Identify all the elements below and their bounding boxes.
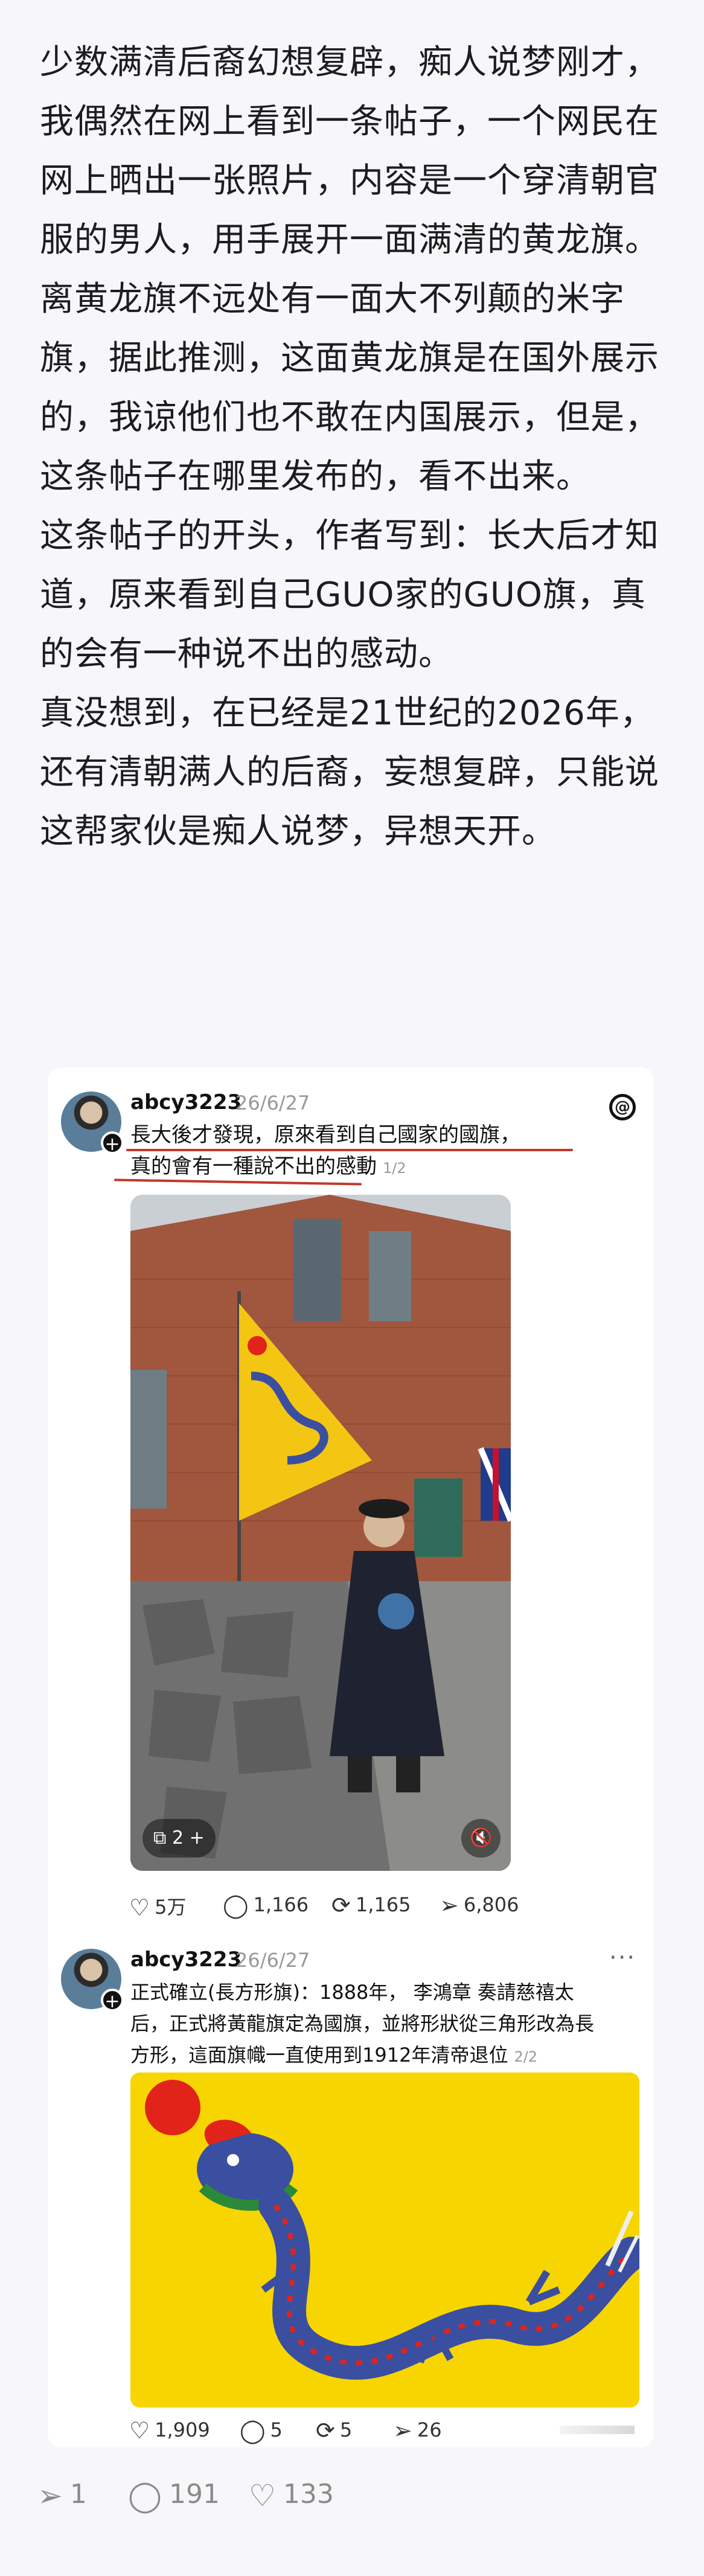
post-text: 長大後才發現，原來看到自己國家的國旗， 真的會有一種說不出的感動 1/2: [130, 1119, 520, 1184]
post-text-line: 后，正式將黃龍旗定為國旗，並將形狀從三角形改為長: [130, 2012, 595, 2035]
heart-icon: ♡: [129, 2417, 150, 2444]
more-options-icon[interactable]: ···: [609, 1944, 636, 1972]
repost-icon: ⟳: [331, 1892, 351, 1919]
like-count: 1,909: [155, 2418, 210, 2441]
share-icon: ➢: [37, 2478, 63, 2513]
post-text-line: 真的會有一種說不出的感動 1/2: [130, 1154, 406, 1178]
article-body: 少数满清后裔幻想复辟，痴人说梦刚才，我偶然在网上看到一条帖子，一个网民在网上晒出…: [40, 33, 668, 861]
post-username[interactable]: abcy3223: [130, 1948, 242, 1972]
share-button[interactable]: ➢ 6,806: [440, 1892, 519, 1919]
dragon-flag-illustration: [130, 2073, 639, 2408]
like-count: 5万: [155, 1896, 187, 1919]
plus-icon: +: [189, 1827, 205, 1849]
follow-plus-icon[interactable]: +: [101, 1989, 124, 2012]
post-page-indicator: 1/2: [383, 1160, 406, 1177]
footer-share-button[interactable]: ➢ 1: [37, 2478, 87, 2513]
like-button[interactable]: ♡ 1,909: [129, 2417, 210, 2444]
like-button[interactable]: ♡ 5万: [129, 1892, 186, 1921]
post-text-line: 正式確立(長方形旗)：1888年， 李鴻章 奏請慈禧太: [130, 1981, 574, 2004]
mute-icon: 🔇: [470, 1827, 493, 1849]
footer-like-button[interactable]: ♡ 133: [249, 2478, 334, 2513]
footer-comment-button[interactable]: ◯ 191: [128, 2478, 220, 2513]
red-annotation-line: [126, 1149, 573, 1151]
avatar[interactable]: +: [61, 1091, 124, 1155]
repost-button[interactable]: ⟳ 1,165: [331, 1892, 411, 1919]
mute-button[interactable]: 🔇: [461, 1819, 501, 1858]
post-text-line: 方形，這面旗幟一直使用到1912年清帝退位 2/2: [130, 2044, 538, 2066]
comment-count: 191: [168, 2479, 220, 2510]
repost-button[interactable]: ⟳ 5: [316, 2417, 352, 2444]
share-count: 26: [417, 2418, 442, 2441]
post-page-indicator: 2/2: [514, 2048, 538, 2065]
comment-count: 5: [270, 2418, 283, 2441]
post-date: 26/6/27: [235, 1091, 310, 1114]
heart-icon: ♡: [249, 2478, 276, 2513]
gallery-icon: ⧉: [153, 1827, 167, 1849]
article-paragraph: 真没想到，在已经是21世纪的2026年，还有清朝满人的后裔，妄想复辟，只能说这帮…: [40, 694, 659, 851]
comment-count: 1,166: [253, 1893, 309, 1916]
post-text-line: 長大後才發現，原來看到自己國家的國旗，: [130, 1123, 520, 1147]
share-button[interactable]: ➢ 26: [393, 2417, 442, 2444]
post-date: 26/6/27: [235, 1949, 310, 1972]
threads-logo-icon[interactable]: @: [609, 1094, 636, 1120]
article-paragraph: 少数满清后裔幻想复辟，痴人说梦刚才，我偶然在网上看到一条帖子，一个网民在网上晒出…: [40, 43, 659, 496]
comment-button[interactable]: ◯ 1,166: [223, 1892, 309, 1919]
share-icon: ➢: [440, 1892, 459, 1919]
embedded-threads-screenshot[interactable]: + abcy3223 26/6/27 @ 長大後才發現，原來看到自己國家的國旗，…: [48, 1067, 654, 2447]
comment-icon: ◯: [128, 2478, 162, 2513]
repost-icon: ⟳: [316, 2417, 335, 2444]
comment-icon: ◯: [240, 2417, 266, 2444]
like-count: 133: [283, 2479, 334, 2510]
share-icon: ➢: [393, 2417, 412, 2444]
article-paragraph: 这条帖子的开头，作者写到：长大后才知道，原来看到自己GUO家的GUO旗，真的会有…: [40, 516, 659, 674]
photo-illustration: [130, 1195, 511, 1871]
share-count: 1: [69, 2479, 87, 2510]
follow-plus-icon[interactable]: +: [101, 1131, 124, 1155]
media-count: 2: [171, 1827, 184, 1849]
comment-icon: ◯: [223, 1892, 249, 1919]
heart-icon: ♡: [129, 1894, 150, 1921]
repost-count: 1,165: [355, 1893, 411, 1916]
yellow-dragon-flag-image[interactable]: [130, 2073, 639, 2408]
avatar[interactable]: +: [61, 1949, 124, 2012]
post-username[interactable]: abcy3223: [130, 1090, 242, 1114]
repost-count: 5: [339, 2418, 353, 2441]
media-count-chip[interactable]: ⧉ 2 +: [142, 1819, 216, 1858]
blurred-watermark: [560, 2426, 635, 2434]
comment-button[interactable]: ◯ 5: [240, 2417, 283, 2444]
post-photo[interactable]: ⧉ 2 + 🔇: [130, 1195, 511, 1871]
share-count: 6,806: [463, 1893, 519, 1916]
post-text: 正式確立(長方形旗)：1888年， 李鴻章 奏請慈禧太 后，正式將黃龍旗定為國旗…: [130, 1977, 594, 2073]
